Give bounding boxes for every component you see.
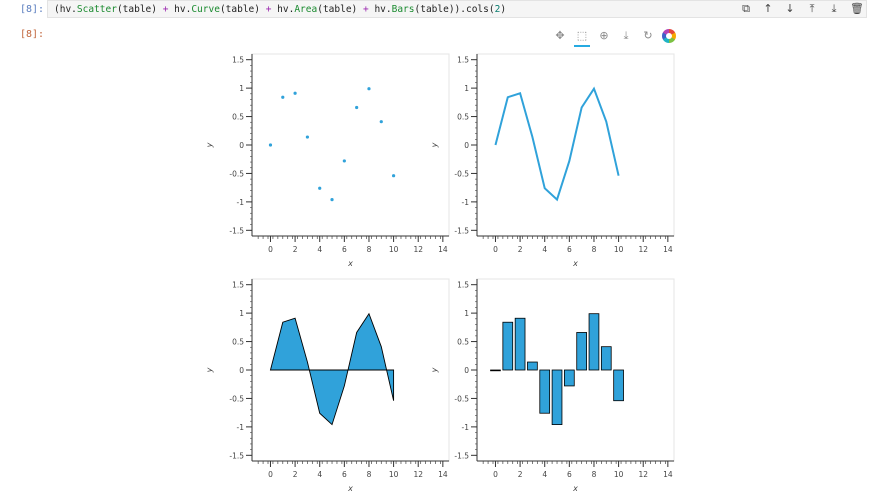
y-tick-label: -1.5 <box>454 226 469 235</box>
y-tick-label: 0.5 <box>232 338 244 347</box>
y-tick-label: -0.5 <box>229 394 244 403</box>
plot-line: 0 2 4 6 8 10 12 14 1.5 1 0.5 0 -0.5 -1 -1.5 x y <box>430 53 675 268</box>
x-tick-label: 14 <box>438 470 448 479</box>
plot-scatter: 0 2 4 6 8 10 12 14 1.5 1 0.5 0 -0.5 -1 -1.5 x y <box>205 53 450 268</box>
y-tick-label: 0 <box>464 141 469 150</box>
x-tick-label: 12 <box>638 470 648 479</box>
scatter-point <box>268 143 273 147</box>
x-tick-label: 8 <box>592 245 597 254</box>
y-tick-label: 1.5 <box>232 281 244 290</box>
x-tick-label: 2 <box>518 245 523 254</box>
plot-bar: 0 2 4 6 8 10 12 14 1.5 1 0.5 0 -0.5 -1 -1.5 x y <box>430 278 675 493</box>
y-tick-label: 0.5 <box>457 113 469 122</box>
y-axis-label: y <box>430 142 439 148</box>
x-tick-label: 12 <box>413 470 423 479</box>
y-tick-label: 0.5 <box>232 113 244 122</box>
y-tick-label: -0.5 <box>229 169 244 178</box>
plot-frame <box>251 53 450 237</box>
x-tick-label: 14 <box>663 470 673 479</box>
y-tick-label: -0.5 <box>454 394 469 403</box>
y-axis-label: y <box>430 367 439 373</box>
x-tick-label: 4 <box>542 245 547 254</box>
x-tick-label: 14 <box>663 245 673 254</box>
x-tick-label: 2 <box>293 245 298 254</box>
x-tick-label: 6 <box>342 470 347 479</box>
x-tick-label: 0 <box>493 470 498 479</box>
y-tick-label: -0.5 <box>454 169 469 178</box>
scatter-point <box>281 95 285 99</box>
y-tick-label: 1 <box>239 84 244 93</box>
y-tick-label: -1 <box>462 423 470 432</box>
bar <box>527 361 538 371</box>
x-axis-label: x <box>347 484 353 493</box>
scatter-point <box>330 198 334 202</box>
bar <box>564 369 575 387</box>
x-tick-label: 6 <box>567 470 572 479</box>
y-tick-label: 0 <box>464 366 469 375</box>
x-tick-label: 6 <box>342 245 347 254</box>
scatter-point <box>355 105 359 110</box>
scatter-point <box>379 120 383 124</box>
x-axis-label: x <box>572 484 578 493</box>
x-tick-label: 0 <box>268 245 273 254</box>
y-tick-label: -1.5 <box>229 451 244 460</box>
y-tick-label: -1 <box>237 423 245 432</box>
bar <box>588 313 600 371</box>
x-tick-label: 12 <box>638 245 648 254</box>
y-tick-label: -1 <box>237 198 245 207</box>
x-axis-label: x <box>572 259 578 268</box>
x-tick-label: 0 <box>493 245 498 254</box>
bar <box>539 369 551 414</box>
scatter-point <box>391 174 396 178</box>
y-tick-label: 0 <box>239 366 244 375</box>
x-tick-label: 2 <box>293 470 298 479</box>
x-axis-label: x <box>347 259 353 268</box>
bar <box>613 369 624 402</box>
x-tick-label: 10 <box>614 245 624 254</box>
x-tick-label: 8 <box>367 245 372 254</box>
scatter-point <box>342 159 346 163</box>
plot-frame <box>476 53 675 237</box>
bar <box>551 369 563 425</box>
y-axis-label: y <box>205 367 214 373</box>
x-tick-label: 0 <box>268 470 273 479</box>
y-axis-label: y <box>205 142 214 148</box>
x-tick-label: 6 <box>567 245 572 254</box>
scatter-point <box>293 91 297 95</box>
y-tick-label: -1 <box>462 198 470 207</box>
plot-grid: 0 2 4 6 8 10 12 141.510.50-0.5-1-1.5xy0 2 4 6 8 10 12… <box>205 53 675 493</box>
x-tick-label: 4 <box>317 245 322 254</box>
x-tick-label: 10 <box>614 470 624 479</box>
x-tick-label: 14 <box>438 245 448 254</box>
x-tick-label: 8 <box>592 470 597 479</box>
x-tick-label: 10 <box>389 470 399 479</box>
bar <box>600 346 612 371</box>
y-tick-label: 1 <box>464 309 469 318</box>
y-tick-label: 1.5 <box>457 281 469 290</box>
plot-area: 0 2 4 6 8 10 12 14 1.5 1 0.5 0 -0.5 -1 -1.5 x y <box>205 278 450 493</box>
scatter-point <box>318 186 322 190</box>
y-tick-label: 1.5 <box>457 56 469 65</box>
y-tick-label: 0 <box>239 141 244 150</box>
y-tick-label: 0.5 <box>457 338 469 347</box>
bar <box>576 332 587 371</box>
y-tick-label: 1.5 <box>232 56 244 65</box>
x-tick-label: 8 <box>367 470 372 479</box>
y-tick-label: 1 <box>239 309 244 318</box>
bar <box>514 317 526 371</box>
bar <box>490 369 501 372</box>
x-tick-label: 4 <box>317 470 322 479</box>
scatter-point <box>367 87 371 91</box>
y-tick-label: -1.5 <box>454 451 469 460</box>
scatter-point <box>305 135 310 139</box>
bar <box>502 321 514 371</box>
y-tick-label: 1 <box>464 84 469 93</box>
x-tick-label: 2 <box>518 470 523 479</box>
x-tick-label: 10 <box>389 245 399 254</box>
y-tick-label: -1.5 <box>229 226 244 235</box>
x-tick-label: 12 <box>413 245 423 254</box>
x-tick-label: 4 <box>542 470 547 479</box>
